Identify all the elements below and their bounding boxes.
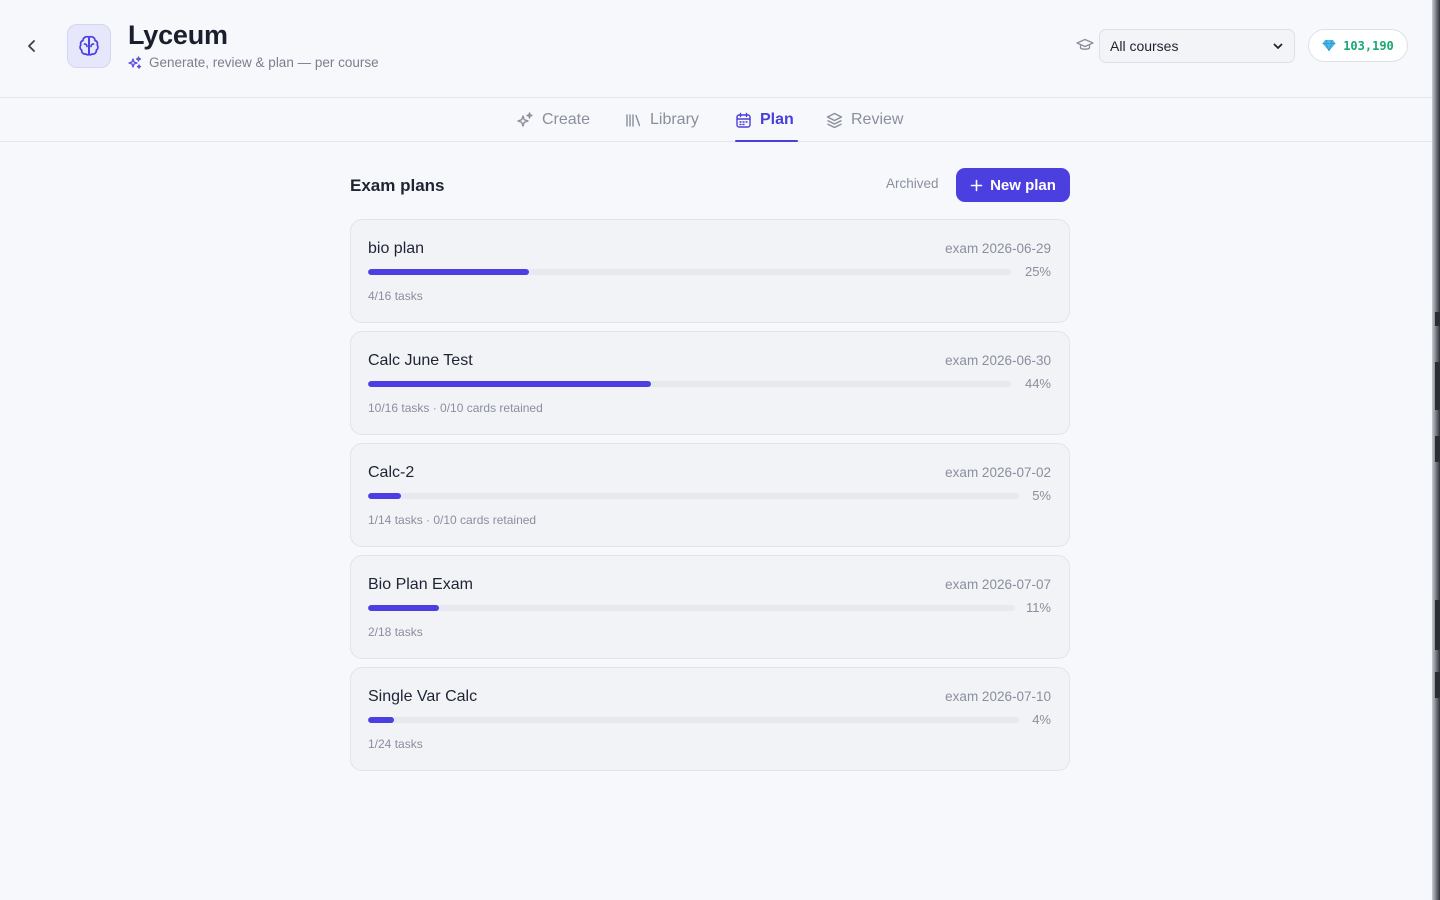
new-plan-label: New plan [990, 176, 1056, 194]
plan-task-summary: 1/14 tasks · 0/10 cards retained [368, 513, 537, 527]
edge-artifact [1435, 312, 1440, 326]
library-icon [626, 113, 641, 127]
tab-review[interactable]: Review [826, 98, 903, 142]
plan-name: bio plan [368, 240, 425, 257]
plan-progress-percent: 25% [1024, 264, 1051, 279]
plan-card[interactable]: Calc June Test exam 2026-06-30 44% 10/16… [350, 331, 1070, 435]
tab-create[interactable]: Create [517, 98, 590, 142]
plan-task-summary: 4/16 tasks [368, 289, 423, 303]
plan-progress-track [368, 381, 1011, 387]
tab-plan-label: Plan [760, 111, 794, 128]
sparkles-icon [517, 111, 533, 127]
plan-list: bio plan exam 2026-06-29 25% 4/16 tasks … [350, 219, 1070, 779]
gem-balance[interactable]: 103,190 [1308, 29, 1408, 62]
app-title: Lyceum [128, 20, 228, 50]
plan-name: Single Var Calc [368, 688, 478, 705]
app-header: Lyceum Generate, review & plan — per cou… [0, 0, 1432, 98]
edge-artifact [1435, 362, 1440, 410]
plan-name: Bio Plan Exam [368, 576, 473, 593]
plan-exam-date: exam 2026-07-07 [945, 577, 1051, 592]
gem-icon [1322, 39, 1336, 52]
plan-exam-date: exam 2026-07-10 [945, 689, 1051, 704]
plan-task-summary: 2/18 tasks [368, 625, 423, 639]
plan-card[interactable]: Calc-2 exam 2026-07-02 5% 1/14 tasks · 0… [350, 443, 1070, 547]
plan-progress-fill [368, 381, 651, 387]
plan-card[interactable]: bio plan exam 2026-06-29 25% 4/16 tasks [350, 219, 1070, 323]
plus-icon [970, 179, 983, 191]
plan-progress-track [368, 605, 1015, 611]
chevron-down-icon [1273, 43, 1283, 49]
edge-artifact [1435, 436, 1440, 462]
plan-progress-percent: 4% [1032, 712, 1051, 727]
layers-icon [826, 112, 843, 128]
tab-review-label: Review [851, 111, 904, 128]
plan-progress-percent: 5% [1032, 488, 1051, 503]
plan-progress-fill [368, 717, 395, 723]
main-tabs: Create Library Plan Review [0, 98, 1432, 142]
exam-plans-heading: Exam plans [350, 176, 445, 195]
course-filter-value: All courses [1110, 38, 1179, 54]
tab-plan[interactable]: Plan [735, 98, 798, 142]
tab-library[interactable]: Library [625, 98, 699, 142]
brain-icon [79, 35, 99, 56]
new-plan-button[interactable]: New plan [956, 168, 1070, 202]
app-subtitle: Generate, review & plan — per course [128, 55, 379, 70]
gem-count: 103,190 [1343, 38, 1394, 53]
plan-name: Calc June Test [368, 352, 473, 369]
course-filter-select[interactable]: All courses [1099, 29, 1295, 63]
calendar-icon [736, 112, 751, 128]
sparkles-icon [128, 55, 142, 69]
chevron-left-icon [28, 40, 35, 52]
plan-exam-date: exam 2026-06-30 [945, 353, 1051, 368]
graduation-cap-icon [1076, 38, 1094, 50]
plan-progress-fill [368, 605, 440, 611]
plan-card[interactable]: Single Var Calc exam 2026-07-10 4% 1/24 … [350, 667, 1070, 771]
app-logo [67, 24, 111, 68]
plan-task-summary: 1/24 tasks [368, 737, 423, 751]
archived-button[interactable]: Archived [886, 176, 939, 191]
plan-progress-track [368, 493, 1019, 499]
tab-library-label: Library [650, 111, 699, 128]
subtitle-text: Generate, review & plan — per course [149, 55, 379, 70]
plan-name: Calc-2 [368, 464, 415, 481]
plan-exam-date: exam 2026-07-02 [945, 465, 1051, 480]
plan-progress-fill [368, 493, 401, 499]
plan-exam-date: exam 2026-06-29 [945, 241, 1051, 256]
plan-progress-track [368, 717, 1019, 723]
plan-progress-percent: 44% [1024, 376, 1051, 391]
window-edge [1432, 0, 1440, 900]
plan-progress-track [368, 269, 1011, 275]
plan-progress-fill [368, 269, 529, 275]
plan-progress-percent: 11% [1025, 600, 1051, 615]
edge-artifact [1435, 600, 1440, 650]
back-button[interactable] [18, 32, 46, 60]
plan-card[interactable]: Bio Plan Exam exam 2026-07-07 11% 2/18 t… [350, 555, 1070, 659]
plan-task-summary: 10/16 tasks · 0/10 cards retained [368, 401, 543, 415]
edge-artifact [1435, 672, 1440, 698]
tab-create-label: Create [542, 111, 591, 128]
app-window: Lyceum Generate, review & plan — per cou… [0, 0, 1432, 900]
